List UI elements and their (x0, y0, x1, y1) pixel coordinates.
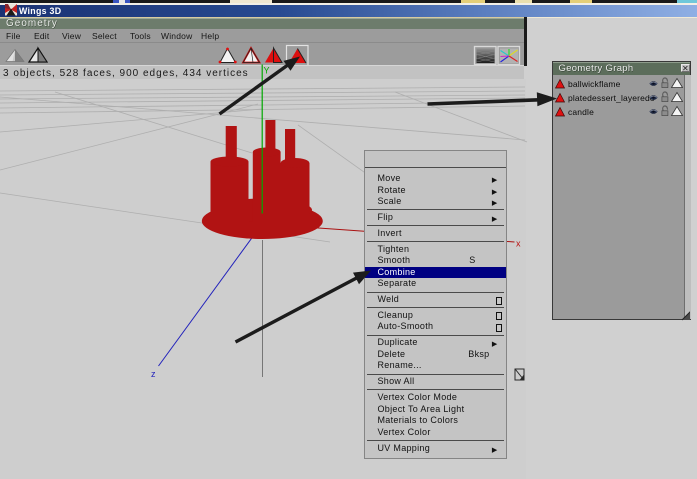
svg-text:x: x (516, 239, 521, 249)
svg-text:Y: Y (264, 66, 270, 76)
svg-text:z: z (151, 369, 156, 379)
